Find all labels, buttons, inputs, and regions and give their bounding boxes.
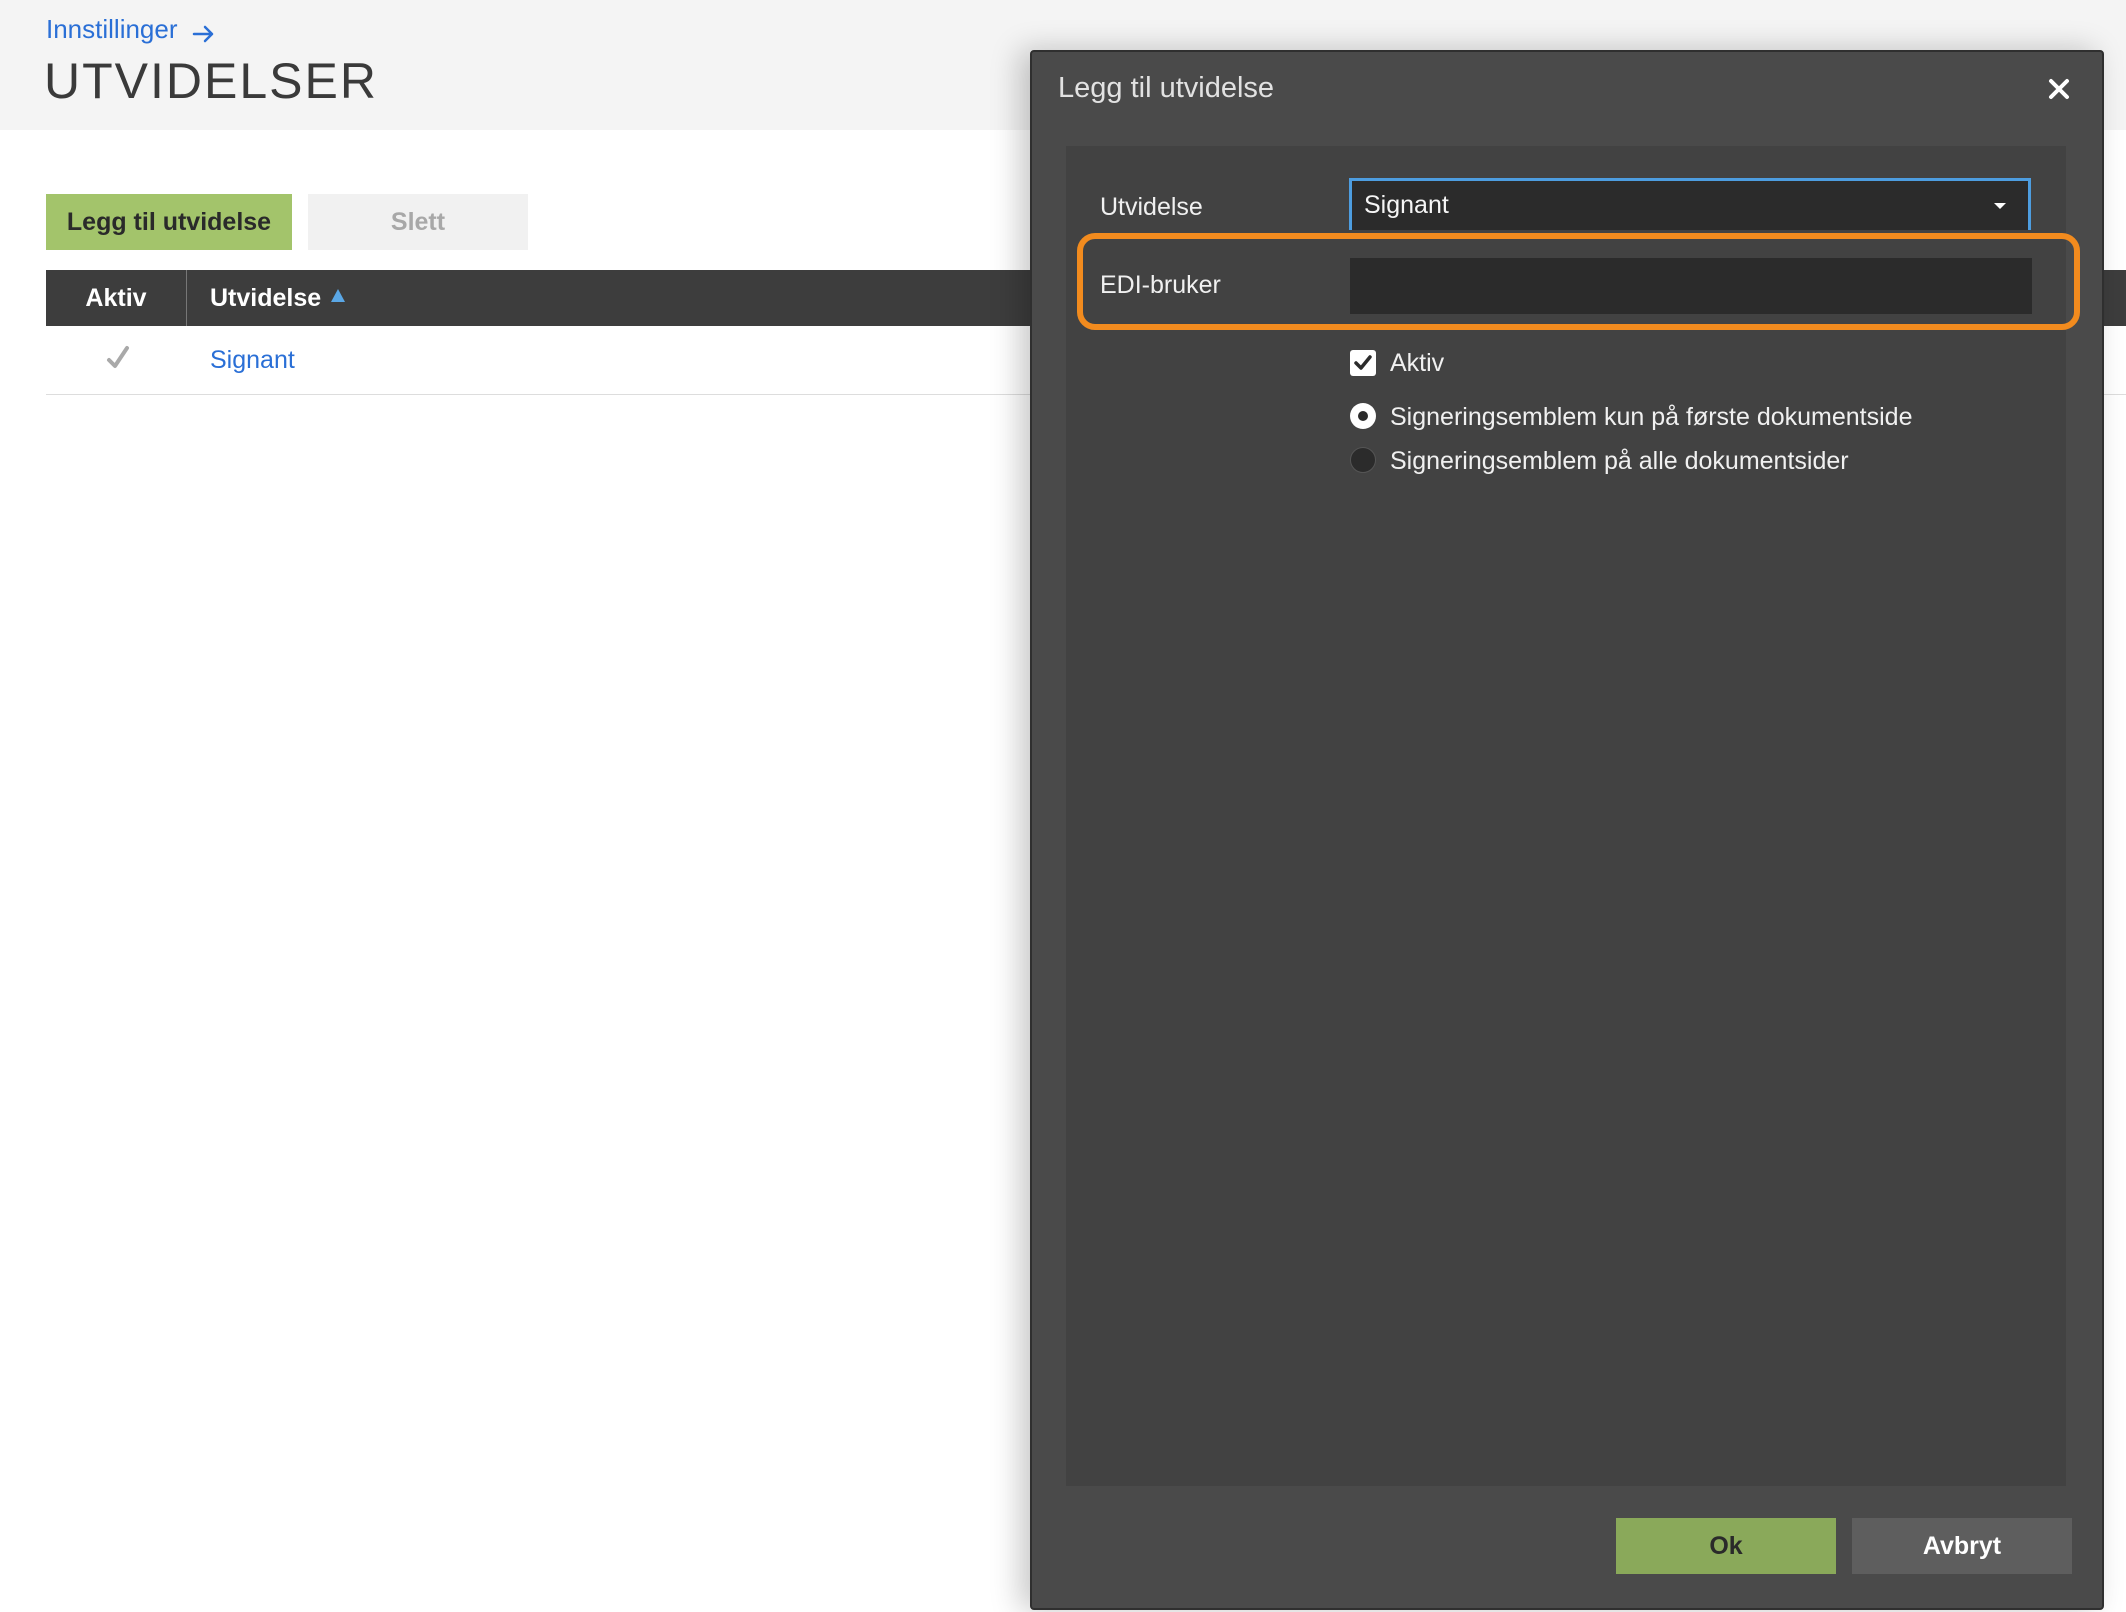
edi-user-label: EDI-bruker [1100, 271, 1221, 299]
close-icon[interactable] [2044, 74, 2074, 104]
add-extension-button[interactable]: Legg til utvidelse [46, 194, 292, 250]
page-title: UTVIDELSER [44, 53, 378, 109]
extension-name-link[interactable]: Signant [210, 346, 295, 375]
column-header-utvidelse[interactable]: Utvidelse [210, 270, 346, 326]
arrow-right-icon [192, 20, 216, 42]
radio-first-page[interactable] [1350, 403, 1376, 429]
extension-label: Utvidelse [1100, 193, 1203, 221]
ok-button[interactable]: Ok [1616, 1518, 1836, 1574]
column-header-aktiv[interactable]: Aktiv [46, 270, 187, 326]
column-header-utvidelse-label: Utvidelse [210, 283, 322, 312]
radio-all-pages-label[interactable]: Signeringsemblem på alle dokumentsider [1390, 447, 1849, 476]
checkmark-icon [106, 344, 130, 372]
cancel-button[interactable]: Avbryt [1852, 1518, 2072, 1574]
radio-first-page-label[interactable]: Signeringsemblem kun på første dokuments… [1390, 403, 1913, 432]
breadcrumb-link[interactable]: Innstillinger [46, 14, 178, 45]
chevron-down-icon [1994, 203, 2006, 209]
active-checkbox[interactable] [1350, 350, 1376, 376]
edi-user-input[interactable] [1350, 258, 2032, 314]
delete-button[interactable]: Slett [308, 194, 528, 250]
page: Innstillinger UTVIDELSER Legg til utvide… [0, 0, 2126, 1612]
sort-ascending-icon [331, 288, 346, 302]
dialog-title: Legg til utvidelse [1058, 72, 1275, 104]
extension-select[interactable]: Signant [1349, 178, 2031, 230]
extension-select-value: Signant [1364, 191, 1449, 219]
radio-all-pages[interactable] [1350, 447, 1376, 473]
active-checkbox-label[interactable]: Aktiv [1390, 349, 1444, 378]
dialog-body [1066, 146, 2066, 1486]
breadcrumb[interactable]: Innstillinger [46, 14, 216, 45]
